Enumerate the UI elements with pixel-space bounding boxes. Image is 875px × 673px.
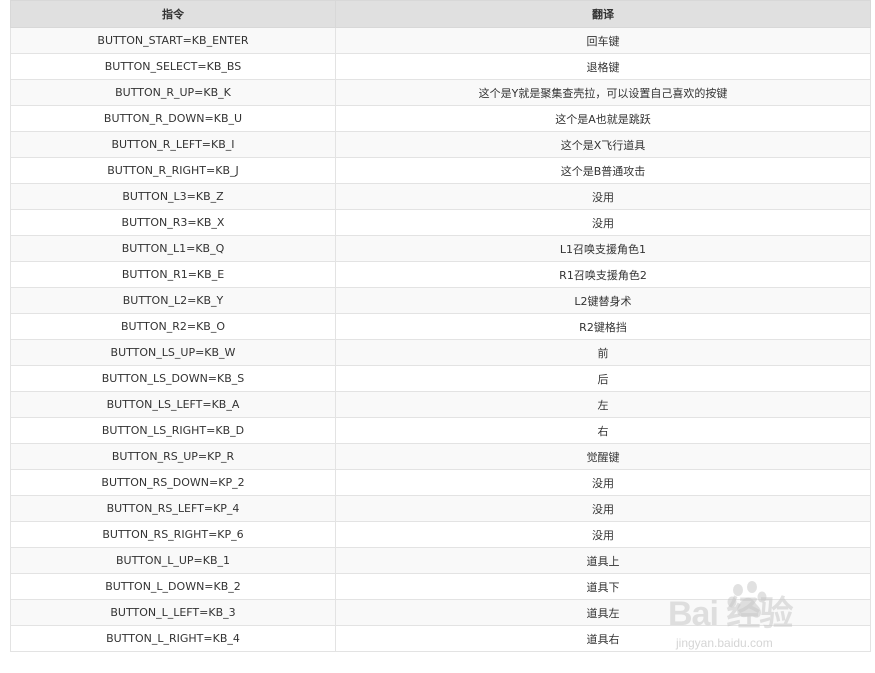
table-row: BUTTON_R_UP=KB_K 这个是Y就是聚集查壳拉，可以设置自己喜欢的按键 (10, 79, 871, 106)
table-row: BUTTON_LS_RIGHT=KB_D 右 (10, 417, 871, 444)
translation-cell: 这个是Y就是聚集查壳拉，可以设置自己喜欢的按键 (335, 79, 871, 106)
table-row: BUTTON_R2=KB_O R2键格挡 (10, 313, 871, 340)
table-row: BUTTON_R3=KB_X 没用 (10, 209, 871, 236)
command-cell: BUTTON_R_LEFT=KB_I (10, 131, 336, 158)
table-row: BUTTON_L_RIGHT=KB_4 道具右 (10, 625, 871, 652)
translation-cell: 没用 (335, 183, 871, 210)
table-row: BUTTON_RS_LEFT=KP_4 没用 (10, 495, 871, 522)
command-cell: BUTTON_RS_RIGHT=KP_6 (10, 521, 336, 548)
command-cell: BUTTON_RS_UP=KP_R (10, 443, 336, 470)
translation-cell: 这个是X飞行道具 (335, 131, 871, 158)
translation-cell: 觉醒键 (335, 443, 871, 470)
command-cell: BUTTON_L2=KB_Y (10, 287, 336, 314)
command-cell: BUTTON_LS_RIGHT=KB_D (10, 417, 336, 444)
translation-cell: 道具下 (335, 573, 871, 600)
command-cell: BUTTON_L_UP=KB_1 (10, 547, 336, 574)
table-row: BUTTON_SELECT=KB_BS 退格键 (10, 53, 871, 80)
table-row: BUTTON_R1=KB_E R1召唤支援角色2 (10, 261, 871, 288)
translation-cell: 道具上 (335, 547, 871, 574)
command-cell: BUTTON_L_DOWN=KB_2 (10, 573, 336, 600)
translation-cell: 道具右 (335, 625, 871, 652)
command-cell: BUTTON_LS_DOWN=KB_S (10, 365, 336, 392)
translation-cell: 前 (335, 339, 871, 366)
table-row: BUTTON_L_UP=KB_1 道具上 (10, 547, 871, 574)
table-row: BUTTON_L3=KB_Z 没用 (10, 183, 871, 210)
command-cell: BUTTON_L1=KB_Q (10, 235, 336, 262)
translation-cell: 没用 (335, 209, 871, 236)
command-cell: BUTTON_SELECT=KB_BS (10, 53, 336, 80)
table-row: BUTTON_R_RIGHT=KB_J 这个是B普通攻击 (10, 157, 871, 184)
page: 指令 翻译 BUTTON_START=KB_ENTER 回车键 BUTTON_SEL… (0, 0, 875, 673)
table-row: BUTTON_R_LEFT=KB_I 这个是X飞行道具 (10, 131, 871, 158)
translation-cell: 道具左 (335, 599, 871, 626)
command-table: 指令 翻译 BUTTON_START=KB_ENTER 回车键 BUTTON_SEL… (10, 0, 871, 652)
table-row: BUTTON_L2=KB_Y L2键替身术 (10, 287, 871, 314)
table-row: BUTTON_RS_RIGHT=KP_6 没用 (10, 521, 871, 548)
table-row: BUTTON_L1=KB_Q L1召唤支援角色1 (10, 235, 871, 262)
translation-cell: R2键格挡 (335, 313, 871, 340)
command-cell: BUTTON_R_RIGHT=KB_J (10, 157, 336, 184)
table-row: BUTTON_L_LEFT=KB_3 道具左 (10, 599, 871, 626)
command-cell: BUTTON_R3=KB_X (10, 209, 336, 236)
table-row: BUTTON_L_DOWN=KB_2 道具下 (10, 573, 871, 600)
header-translation: 翻译 (335, 0, 871, 28)
table-row: BUTTON_RS_UP=KP_R 觉醒键 (10, 443, 871, 470)
translation-cell: 回车键 (335, 27, 871, 54)
command-cell: BUTTON_LS_LEFT=KB_A (10, 391, 336, 418)
translation-cell: 右 (335, 417, 871, 444)
translation-cell: L2键替身术 (335, 287, 871, 314)
header-command: 指令 (10, 0, 336, 28)
translation-cell: L1召唤支援角色1 (335, 235, 871, 262)
table-row: BUTTON_RS_DOWN=KP_2 没用 (10, 469, 871, 496)
table-row: BUTTON_R_DOWN=KB_U 这个是A也就是跳跃 (10, 105, 871, 132)
table-row: BUTTON_LS_DOWN=KB_S 后 (10, 365, 871, 392)
command-cell: BUTTON_R1=KB_E (10, 261, 336, 288)
translation-cell: 这个是A也就是跳跃 (335, 105, 871, 132)
command-cell: BUTTON_R2=KB_O (10, 313, 336, 340)
translation-cell: 退格键 (335, 53, 871, 80)
translation-cell: 没用 (335, 495, 871, 522)
translation-cell: 后 (335, 365, 871, 392)
translation-cell: 没用 (335, 469, 871, 496)
command-cell: BUTTON_L_RIGHT=KB_4 (10, 625, 336, 652)
command-cell: BUTTON_R_UP=KB_K (10, 79, 336, 106)
command-cell: BUTTON_R_DOWN=KB_U (10, 105, 336, 132)
table-row: BUTTON_LS_LEFT=KB_A 左 (10, 391, 871, 418)
translation-cell: 没用 (335, 521, 871, 548)
command-cell: BUTTON_LS_UP=KB_W (10, 339, 336, 366)
translation-cell: 这个是B普通攻击 (335, 157, 871, 184)
command-cell: BUTTON_L_LEFT=KB_3 (10, 599, 336, 626)
translation-cell: 左 (335, 391, 871, 418)
table-row: BUTTON_LS_UP=KB_W 前 (10, 339, 871, 366)
table-header-row: 指令 翻译 (10, 0, 871, 28)
table-body: BUTTON_START=KB_ENTER 回车键 BUTTON_SELECT=KB… (10, 27, 871, 652)
table-row: BUTTON_START=KB_ENTER 回车键 (10, 27, 871, 54)
translation-cell: R1召唤支援角色2 (335, 261, 871, 288)
command-cell: BUTTON_RS_DOWN=KP_2 (10, 469, 336, 496)
command-cell: BUTTON_L3=KB_Z (10, 183, 336, 210)
command-cell: BUTTON_RS_LEFT=KP_4 (10, 495, 336, 522)
command-cell: BUTTON_START=KB_ENTER (10, 27, 336, 54)
